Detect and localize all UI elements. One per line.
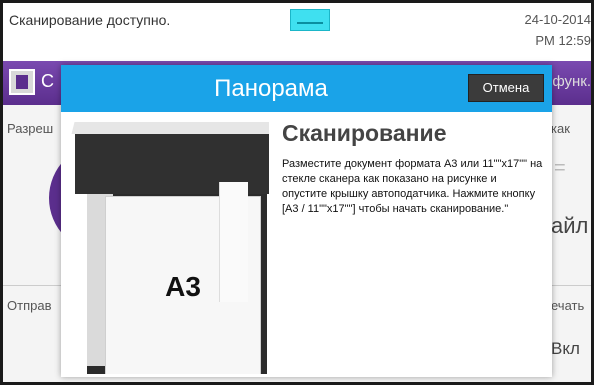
toggle-value[interactable]: Вкл <box>551 339 580 359</box>
status-date: 24-10-2014 <box>524 12 592 27</box>
panorama-dialog: Панорама Отмена A3 Сканирование Размести… <box>61 65 552 377</box>
scanner-illustration: A3 <box>65 112 269 374</box>
status-bar: Сканирование доступно. 24-10-2014 PM 12:… <box>3 3 591 61</box>
instructions-panel: Сканирование Разместите документ формата… <box>282 120 544 217</box>
lid-edge <box>71 122 269 134</box>
status-time: PM 12:59 <box>535 33 591 48</box>
cancel-button[interactable]: Отмена <box>468 74 544 102</box>
functions-button[interactable]: функ. <box>552 73 591 90</box>
dialog-header: Панорама Отмена <box>61 65 552 112</box>
send-label: Отправ <box>7 298 52 313</box>
document-tray <box>219 182 248 302</box>
resolution-label: Разреш <box>7 121 54 136</box>
dialog-title: Панорама <box>214 75 328 102</box>
pull-down-handle[interactable] <box>290 9 330 31</box>
file-label[interactable]: айл <box>551 213 588 239</box>
save-as-label: как <box>551 121 570 136</box>
screen-frame: Сканирование доступно. 24-10-2014 PM 12:… <box>0 0 594 385</box>
scan-heading: Сканирование <box>282 120 447 146</box>
topbar-title-fragment: С <box>41 71 54 91</box>
home-icon[interactable] <box>9 69 35 95</box>
equals-icon: = <box>554 157 566 179</box>
scan-instructions: Разместите документ формата А3 или 11""x… <box>282 158 543 215</box>
status-message: Сканирование доступно. <box>9 12 171 28</box>
print-label: ечать <box>551 298 585 313</box>
